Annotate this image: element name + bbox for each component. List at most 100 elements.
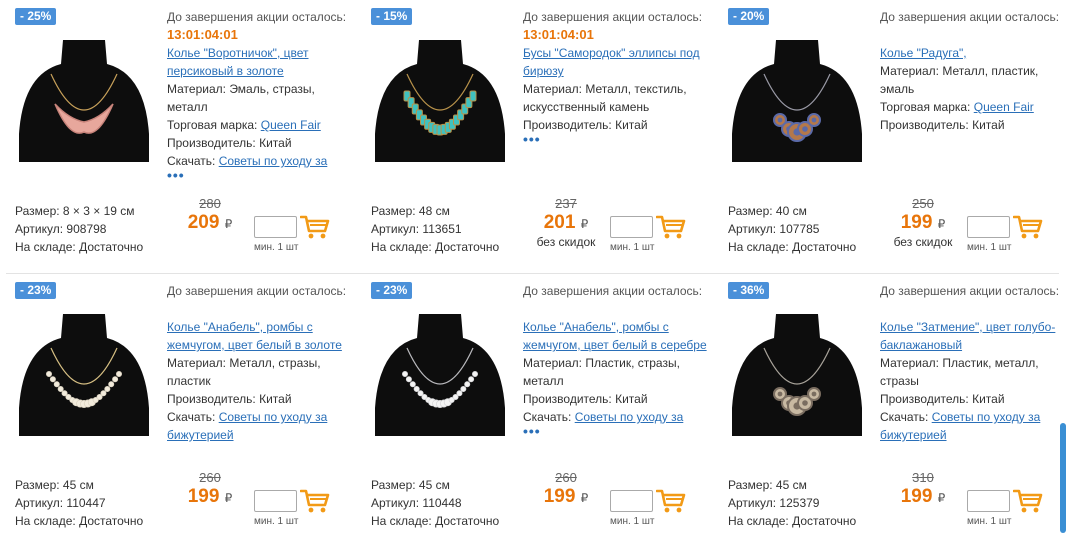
article-row-value: 110448 <box>422 496 462 510</box>
quantity-input[interactable] <box>967 490 1010 512</box>
price-block: 260 199 ₽ <box>170 470 250 509</box>
promo-countdown-timer: 13:01:04:01 <box>167 27 238 42</box>
price-block: 280 209 ₽ <box>170 196 250 235</box>
cart-icon[interactable] <box>655 488 686 514</box>
maker-attr-value: Китай <box>615 118 648 132</box>
stock-row-value: Достаточно <box>435 240 500 254</box>
discount-badge: - 23% <box>371 282 413 299</box>
size-row-label: Размер: <box>371 478 416 492</box>
product-title-link[interactable]: Колье "Анабель", ромбы с жемчугом, цвет … <box>167 318 352 354</box>
old-price: 250 <box>912 196 934 211</box>
product-title-link[interactable]: Колье "Затмение", цвет голубо-баклажанов… <box>880 318 1065 354</box>
old-price: 237 <box>555 196 577 211</box>
price-value: 199 <box>543 486 576 507</box>
product-info: До завершения акции осталось: Колье "Раду… <box>880 8 1065 134</box>
cart-icon[interactable] <box>655 214 686 240</box>
old-price: 260 <box>555 470 577 485</box>
product-card: - 23% До завершения акции осталось: Колье… <box>0 274 356 547</box>
maker-attr: Производитель: Китай <box>167 390 352 408</box>
cart-icon[interactable] <box>299 214 330 240</box>
article-row: Артикул: 113651 <box>371 220 499 238</box>
price-block: 310 199 ₽ <box>883 470 963 509</box>
promo-countdown-timer <box>167 300 352 318</box>
product-card: - 20% До завершения акции осталось: Колье… <box>713 0 1067 273</box>
necklace-photo[interactable] <box>728 308 866 436</box>
quantity-input[interactable] <box>610 490 653 512</box>
material-attr-label: Материал: <box>523 356 582 370</box>
stock-row: На складе: Достаточно <box>371 512 499 530</box>
more-ellipsis[interactable]: ••• <box>523 424 708 438</box>
material-attr: Материал: Металл, текстиль, искусственны… <box>523 80 708 116</box>
maker-attr-label: Производитель: <box>523 118 612 132</box>
care-tips-attr-link[interactable]: Советы по уходу за <box>219 154 328 168</box>
price-block: 260 199 ₽ <box>526 470 606 509</box>
scrollbar-thumb[interactable] <box>1060 423 1066 533</box>
material-attr: Материал: Металл, пластик, эмаль <box>880 62 1065 98</box>
cart-icon[interactable] <box>1012 214 1043 240</box>
quantity-input[interactable] <box>254 490 297 512</box>
necklace-photo[interactable] <box>15 308 153 436</box>
maker-attr-value: Китай <box>259 392 292 406</box>
more-ellipsis[interactable]: ••• <box>167 168 352 182</box>
more-ellipsis[interactable]: ••• <box>523 132 708 146</box>
currency-symbol: ₽ <box>580 491 589 505</box>
quantity-input[interactable] <box>254 216 297 238</box>
promo-countdown-label: До завершения акции осталось: <box>523 284 703 298</box>
price-value: 201 <box>543 212 576 233</box>
necklace-photo[interactable] <box>15 34 153 162</box>
care-tips-attr-label: Скачать: <box>167 410 216 424</box>
product-title-link[interactable]: Колье "Анабель", ромбы с жемчугом, цвет … <box>523 318 708 354</box>
material-attr-label: Материал: <box>880 64 939 78</box>
stock-row-value: Достаточно <box>435 514 500 528</box>
brand-attr-link[interactable]: Queen Fair <box>261 118 321 132</box>
promo-countdown-label: До завершения акции осталось: <box>167 284 347 298</box>
size-row: Размер: 45 см <box>371 476 499 494</box>
product-meta: Размер: 45 см Артикул: 125379 На складе: Д… <box>728 476 856 530</box>
product-title-link[interactable]: Колье "Радуга", <box>880 44 1065 62</box>
care-tips-attr-label: Скачать: <box>167 154 216 168</box>
stock-row-value: Достаточно <box>79 514 144 528</box>
necklace-photo[interactable] <box>728 34 866 162</box>
product-title-link[interactable]: Бусы "Самородок" эллипсы под бирюзу <box>523 44 708 80</box>
product-info: До завершения акции осталось: 13:01:04:01… <box>167 8 352 182</box>
cart-icon[interactable] <box>1012 488 1043 514</box>
product-title-link[interactable]: Колье "Воротничок", цвет персиковый в зо… <box>167 44 352 80</box>
quantity-input[interactable] <box>610 216 653 238</box>
currency-symbol: ₽ <box>224 217 233 231</box>
old-price: 260 <box>199 470 221 485</box>
promo-countdown-label: До завершения акции осталось: <box>880 284 1060 298</box>
min-quantity-note: мин. 1 шт <box>254 516 299 527</box>
stock-row: На складе: Достаточно <box>15 512 143 530</box>
product-info: До завершения акции осталось: Колье "Анаб… <box>167 282 352 444</box>
current-price: 201 ₽ <box>526 212 606 235</box>
material-attr-label: Материал: <box>523 82 582 96</box>
maker-attr-label: Производитель: <box>523 392 612 406</box>
care-tips-attr: Скачать: Советы по уходу за <box>523 408 708 426</box>
necklace-photo[interactable] <box>371 34 509 162</box>
size-row-value: 45 см <box>775 478 807 492</box>
maker-attr-value: Китай <box>615 392 648 406</box>
care-tips-attr: Скачать: Советы по уходу за бижутерией <box>167 408 352 444</box>
current-price: 209 ₽ <box>170 212 250 235</box>
necklace-photo[interactable] <box>371 308 509 436</box>
brand-attr: Торговая марка: Queen Fair <box>167 116 352 134</box>
min-quantity-note: мин. 1 шт <box>610 516 655 527</box>
maker-attr-label: Производитель: <box>167 136 256 150</box>
brand-attr-link[interactable]: Queen Fair <box>974 100 1034 114</box>
article-row-label: Артикул: <box>728 496 777 510</box>
promo-countdown-timer: 13:01:04:01 <box>523 27 594 42</box>
size-row-value: 45 см <box>418 478 450 492</box>
material-attr: Материал: Эмаль, стразы, металл <box>167 80 352 116</box>
discount-badge: - 23% <box>15 282 57 299</box>
cart-icon[interactable] <box>299 488 330 514</box>
article-row-value: 125379 <box>779 496 820 510</box>
no-discount-note: без скидок <box>536 235 596 249</box>
maker-attr-label: Производитель: <box>880 392 969 406</box>
care-tips-attr-link[interactable]: Советы по уходу за <box>575 410 684 424</box>
stock-row-label: На складе: <box>728 514 789 528</box>
promo-countdown-timer <box>880 300 1065 318</box>
discount-badge: - 36% <box>728 282 770 299</box>
size-row-label: Размер: <box>371 204 416 218</box>
size-row-value: 8 × 3 × 19 см <box>62 204 135 218</box>
quantity-input[interactable] <box>967 216 1010 238</box>
